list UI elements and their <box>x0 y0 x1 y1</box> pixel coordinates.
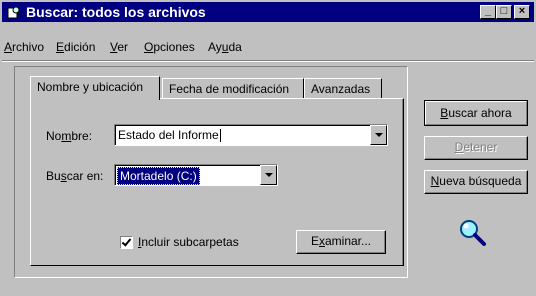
name-label: Nombre: <box>46 129 93 143</box>
name-combobox[interactable]: Estado del Informe <box>114 124 388 146</box>
include-subfolders-label[interactable]: Incluir subcarpetas <box>138 234 239 250</box>
menu-ver[interactable]: Ver <box>110 38 128 56</box>
magnifier-icon <box>460 220 486 246</box>
menu-separator <box>2 60 534 62</box>
name-dropdown-button[interactable] <box>370 125 387 145</box>
menu-opciones[interactable]: Opciones <box>144 38 195 56</box>
tab-fecha-modificacion[interactable]: Fecha de modificación <box>162 78 304 100</box>
browse-button[interactable]: Examinar... <box>296 230 386 254</box>
include-subfolders-checkbox[interactable] <box>120 236 133 249</box>
tab-avanzadas[interactable]: Avanzadas <box>304 78 382 100</box>
close-button[interactable]: × <box>514 5 530 19</box>
stop-button[interactable]: Detener <box>424 136 528 160</box>
window-title: Buscar: todos los archivos <box>26 4 206 20</box>
title-bar[interactable]: Buscar: todos los archivos _ □ × <box>2 2 534 22</box>
search-in-value: Mortadelo (C:) <box>117 167 200 185</box>
search-in-dropdown-button[interactable] <box>260 165 277 185</box>
search-in-combobox[interactable]: Mortadelo (C:) <box>114 164 278 186</box>
find-window: Buscar: todos los archivos _ □ × Archivo… <box>0 0 536 296</box>
menu-edicion[interactable]: Edición <box>56 38 95 56</box>
search-in-label: Buscar en: <box>46 169 104 183</box>
tab-nombre-ubicacion[interactable]: Nombre y ubicación <box>30 76 160 100</box>
maximize-button[interactable]: □ <box>496 5 512 19</box>
minimize-button[interactable]: _ <box>480 5 496 19</box>
new-search-button[interactable]: Nueva búsqueda <box>424 170 528 194</box>
search-now-button[interactable]: Buscar ahora <box>424 100 528 126</box>
menu-bar: Archivo Edición Ver Opciones Ayuda <box>2 38 534 56</box>
menu-archivo[interactable]: Archivo <box>4 38 44 56</box>
search-icon <box>7 6 21 19</box>
menu-ayuda[interactable]: Ayuda <box>208 38 242 56</box>
name-input[interactable]: Estado del Informe <box>118 127 221 143</box>
